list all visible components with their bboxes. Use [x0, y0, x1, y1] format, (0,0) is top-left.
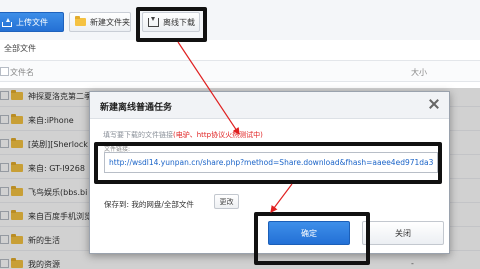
column-header-size[interactable]: 大小 [411, 67, 427, 78]
select-all-checkbox[interactable] [0, 67, 9, 76]
file-list-header: 文件名 大小 [0, 60, 480, 82]
close-button[interactable]: 关闭 [362, 221, 444, 245]
dialog-title: 新建离线普通任务 [100, 103, 173, 113]
url-hint: 填写要下载的文件链接(电驴、http协议火热测试中) [103, 130, 263, 140]
toolbar: 上传文件 新建文件夹 离线下载 [0, 0, 480, 40]
hint-text: 填写要下载的文件链接 [103, 131, 173, 139]
folder-icon [75, 16, 86, 26]
highlight-url-field [94, 142, 442, 184]
highlight-offline-download [136, 7, 207, 42]
column-header-name[interactable]: 文件名 [10, 67, 34, 78]
upload-label: 上传文件 [16, 17, 48, 27]
dialog-title-bar[interactable]: 新建离线普通任务 [90, 92, 449, 119]
hint-protocol-note: (电驴、http协议火热测试中) [173, 131, 263, 139]
new-folder-label: 新建文件夹 [90, 17, 130, 27]
new-folder-button[interactable]: 新建文件夹 [69, 12, 131, 32]
save-location: 保存到: 我的网盘/全部文件 [104, 200, 194, 209]
highlight-confirm-button [254, 212, 370, 265]
change-location-button[interactable]: 更改 [214, 194, 239, 209]
close-icon[interactable] [428, 98, 440, 110]
upload-button[interactable]: 上传文件 [0, 12, 64, 32]
breadcrumb[interactable]: 全部文件 [4, 43, 36, 54]
upload-icon [2, 17, 12, 27]
